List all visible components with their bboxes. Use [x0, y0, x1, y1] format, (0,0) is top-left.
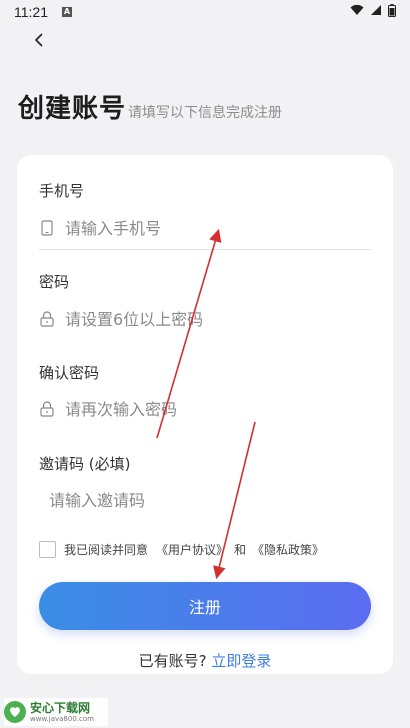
password-field-row	[39, 299, 371, 339]
watermark-text: 安心下载网 www.java800.com	[30, 702, 94, 723]
password-label: 密码	[39, 273, 70, 291]
phone-input[interactable]	[65, 218, 355, 238]
confirm-password-label: 确认密码	[39, 364, 100, 382]
page-title: 创建账号	[18, 94, 127, 124]
agreement-and: 和	[234, 543, 247, 557]
page-subtitle: 请填写以下信息完成注册	[128, 105, 283, 121]
invite-code-field-row	[39, 480, 371, 520]
notification-badge: A	[62, 7, 72, 17]
status-bar: 11:21 A	[0, 0, 410, 24]
lock-icon	[39, 400, 55, 418]
agreement-row: 我已阅读并同意 《用户协议》 和 《隐私政策》	[39, 541, 324, 558]
phone-divider	[39, 249, 371, 250]
wifi-icon	[350, 4, 364, 20]
confirm-password-input[interactable]	[65, 399, 355, 419]
agreement-prefix: 我已阅读并同意	[64, 543, 149, 557]
signal-icon	[370, 4, 382, 20]
invite-code-label: 邀请码 (必填)	[39, 455, 131, 473]
status-icons	[350, 3, 396, 21]
login-link[interactable]: 立即登录	[211, 652, 271, 670]
register-button[interactable]: 注册	[39, 582, 371, 630]
password-input[interactable]	[65, 309, 355, 329]
battery-icon	[388, 3, 396, 21]
chevron-left-icon	[34, 32, 44, 51]
agreement-checkbox[interactable]	[39, 541, 56, 558]
back-button[interactable]	[28, 30, 50, 52]
user-agreement-link[interactable]: 《用户协议》	[156, 541, 228, 558]
phone-icon	[39, 219, 55, 237]
lock-icon	[39, 310, 55, 328]
invite-code-input[interactable]	[49, 490, 339, 510]
confirm-password-field-row	[39, 389, 371, 429]
watermark: 安心下载网 www.java800.com	[4, 698, 108, 726]
phone-label: 手机号	[39, 182, 85, 200]
register-form-card: 手机号 密码 确认密码 邀请码 (必填) 我已阅读并同意 《用户协议》 和 《隐…	[17, 155, 393, 674]
login-prompt-text: 已有账号?	[138, 652, 207, 670]
page-heading: 创建账号 请填写以下信息完成注册	[18, 88, 282, 125]
phone-field-row	[39, 208, 371, 248]
watermark-url: www.java800.com	[30, 714, 94, 723]
watermark-logo-icon	[4, 701, 26, 723]
watermark-title: 安心下载网	[30, 700, 91, 715]
status-time: 11:21	[14, 4, 48, 20]
privacy-policy-link[interactable]: 《隐私政策》	[252, 541, 324, 558]
login-prompt: 已有账号? 立即登录	[17, 650, 393, 671]
